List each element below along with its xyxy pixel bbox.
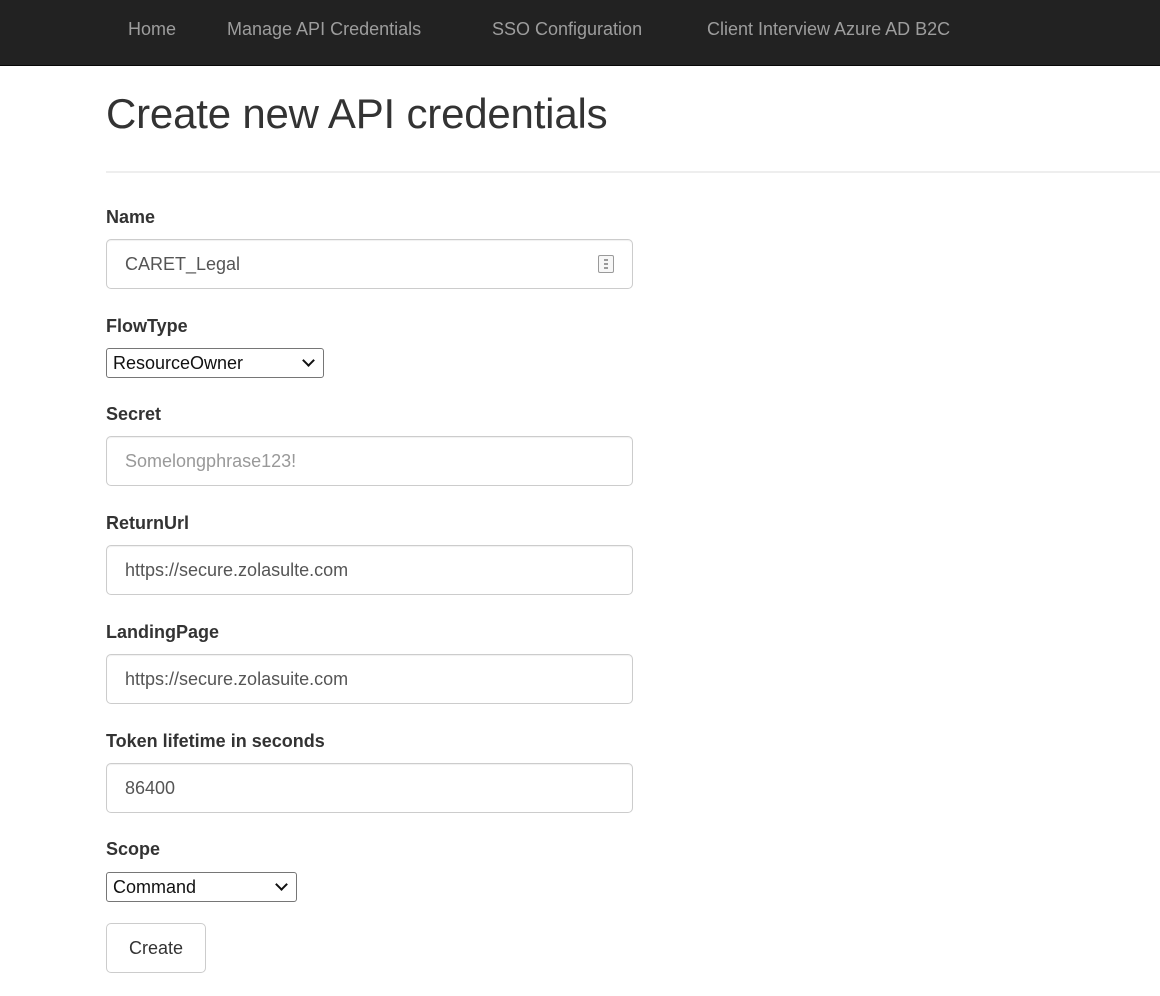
name-input[interactable]	[106, 239, 633, 289]
flowtype-label: FlowType	[106, 316, 188, 336]
secret-label: Secret	[106, 404, 162, 424]
create-button[interactable]: Create	[106, 923, 206, 973]
chevron-down-icon	[302, 354, 315, 367]
landingpage-input[interactable]	[106, 654, 633, 704]
landingpage-label: LandingPage	[106, 622, 220, 642]
nav-link-home[interactable]: Home	[128, 0, 176, 58]
flowtype-selected-value: ResourceOwner	[113, 353, 244, 373]
scope-label: Scope	[106, 839, 161, 859]
secret-input[interactable]	[106, 436, 633, 486]
chevron-down-icon	[275, 878, 288, 891]
scope-select[interactable]: Command	[106, 872, 297, 902]
nav-link-client-interview-azure-ad-b2c[interactable]: Client Interview Azure AD B2C	[707, 0, 950, 58]
scope-selected-value: Command	[113, 877, 197, 897]
flowtype-select[interactable]: ResourceOwner	[106, 348, 324, 378]
token-lifetime-input[interactable]	[106, 763, 633, 813]
title-divider	[106, 171, 1160, 173]
name-label: Name	[106, 207, 156, 227]
top-navbar: Home Manage API Credentials SSO Configur…	[0, 0, 1160, 66]
returnurl-label: ReturnUrl	[106, 513, 190, 533]
page-title: Create new API credentials	[106, 90, 608, 137]
token-lifetime-label: Token lifetime in seconds	[106, 731, 325, 751]
returnurl-input[interactable]	[106, 545, 633, 595]
nav-link-sso-configuration[interactable]: SSO Configuration	[492, 0, 642, 58]
nav-link-manage-api-credentials[interactable]: Manage API Credentials	[227, 0, 421, 58]
password-manager-icon[interactable]	[598, 255, 614, 273]
